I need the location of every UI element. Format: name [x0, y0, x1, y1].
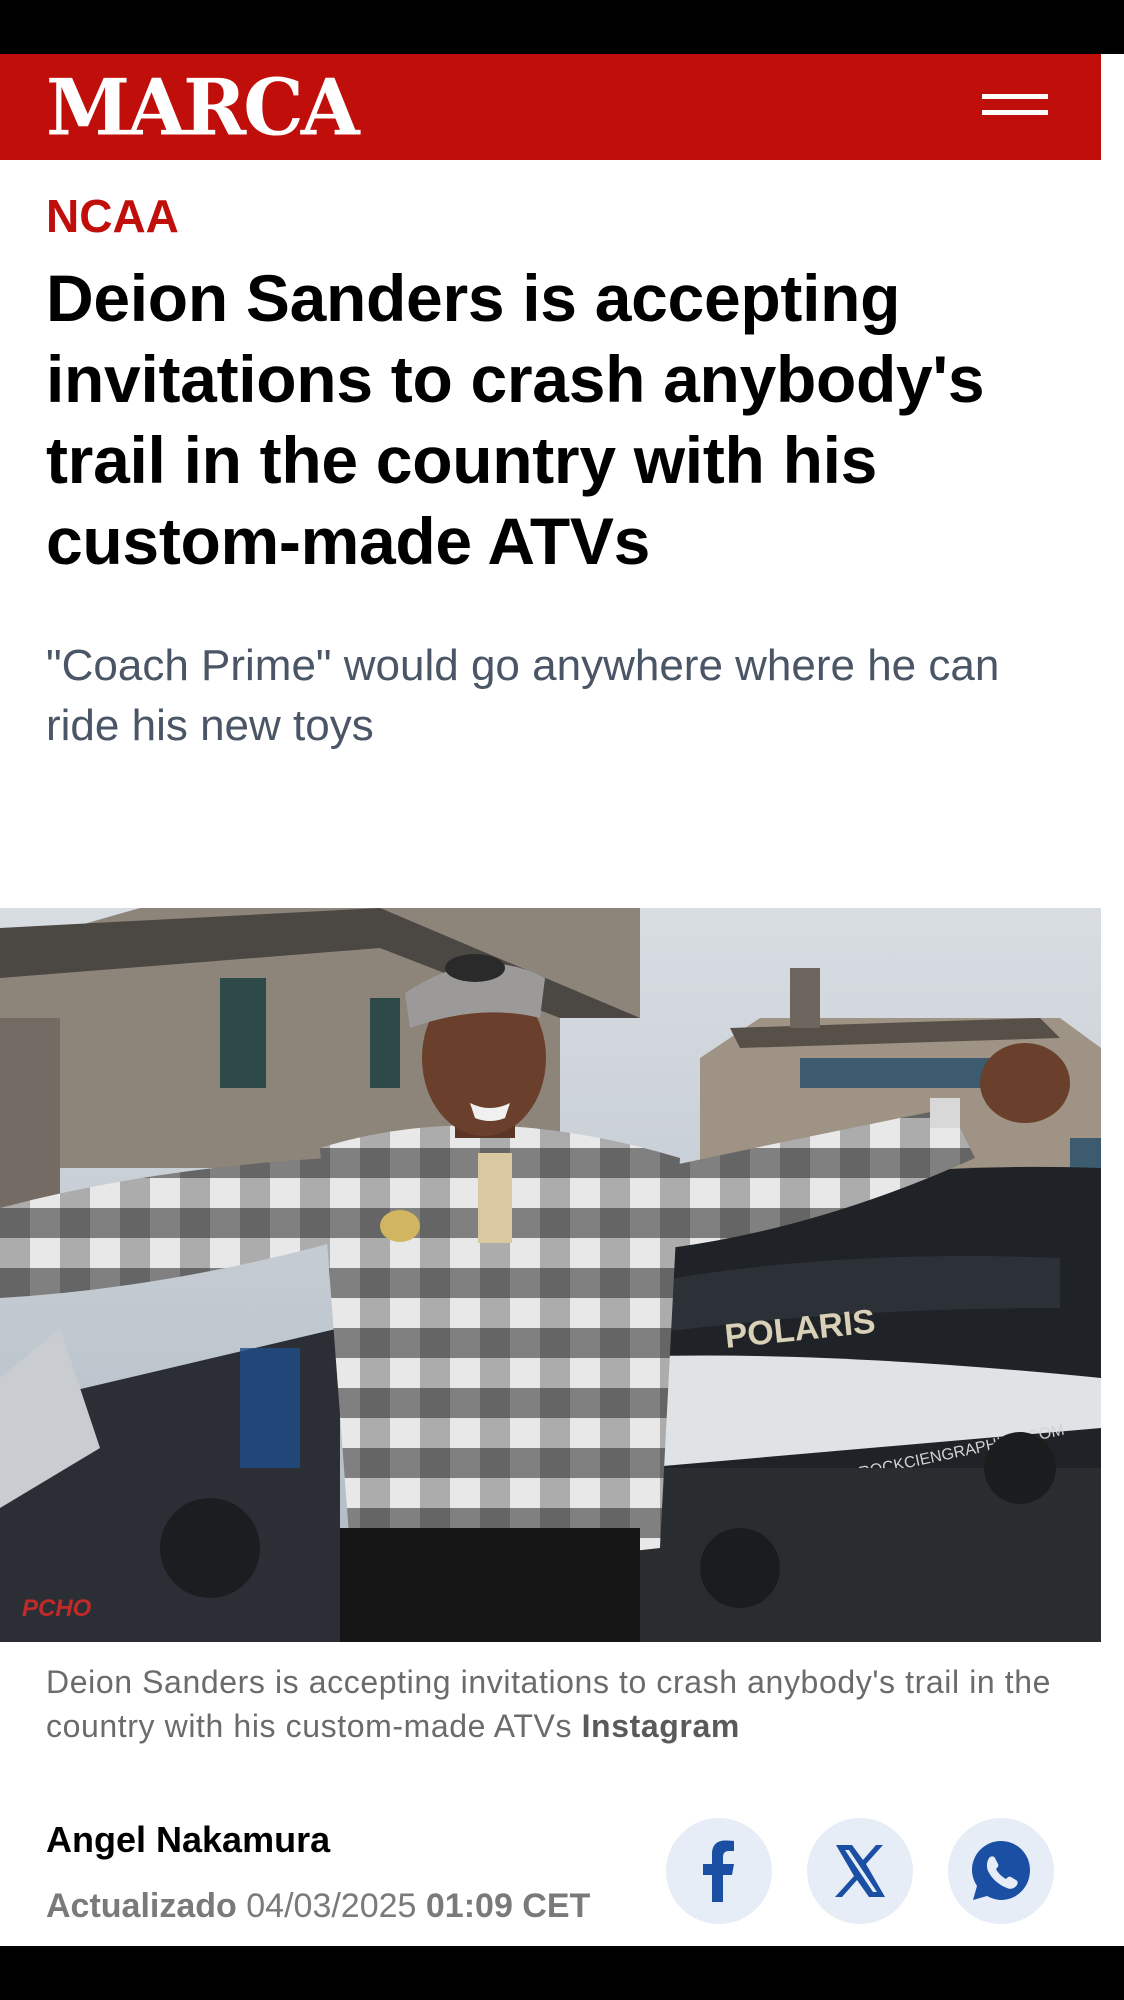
article-subheadline: "Coach Prime" would go anywhere where he…: [46, 641, 1000, 750]
facebook-icon: [703, 1840, 734, 1902]
updated-timestamp: Actualizado 04/03/2025 01:09 CET: [46, 1884, 590, 1928]
navigation-bar: [0, 1946, 1124, 2000]
hamburger-menu-icon[interactable]: [980, 84, 1050, 128]
updated-date: 04/03/2025: [246, 1887, 417, 1925]
caption-text: Deion Sanders is accepting invitations t…: [46, 1664, 1052, 1744]
share-x-button[interactable]: [807, 1818, 913, 1924]
caption-credit: Instagram: [581, 1708, 740, 1744]
article-photo[interactable]: POLARIS ROCKCIENGRAPHICS.COM PCHO: [0, 908, 1101, 1642]
author-name[interactable]: Angel Nakamura: [46, 1818, 330, 1862]
photo-watermark-text: PCHO: [22, 1595, 92, 1622]
whatsapp-icon: [972, 1841, 1030, 1900]
article-headline: Deion Sanders is accepting invitations t…: [46, 261, 985, 578]
marca-logo[interactable]: MARCA: [46, 65, 360, 151]
x-icon: [835, 1845, 885, 1897]
share-facebook-button[interactable]: [666, 1818, 772, 1924]
site-header: MARCA: [0, 54, 1101, 160]
section-label[interactable]: NCAA: [46, 188, 179, 244]
updated-label: Actualizado: [46, 1887, 237, 1925]
page-edge: [1101, 54, 1124, 1946]
photo-caption: Deion Sanders is accepting invitations t…: [46, 1660, 1076, 1748]
share-whatsapp-button[interactable]: [948, 1818, 1054, 1924]
updated-time: 01:09 CET: [425, 1887, 591, 1925]
status-bar: [0, 0, 1124, 54]
